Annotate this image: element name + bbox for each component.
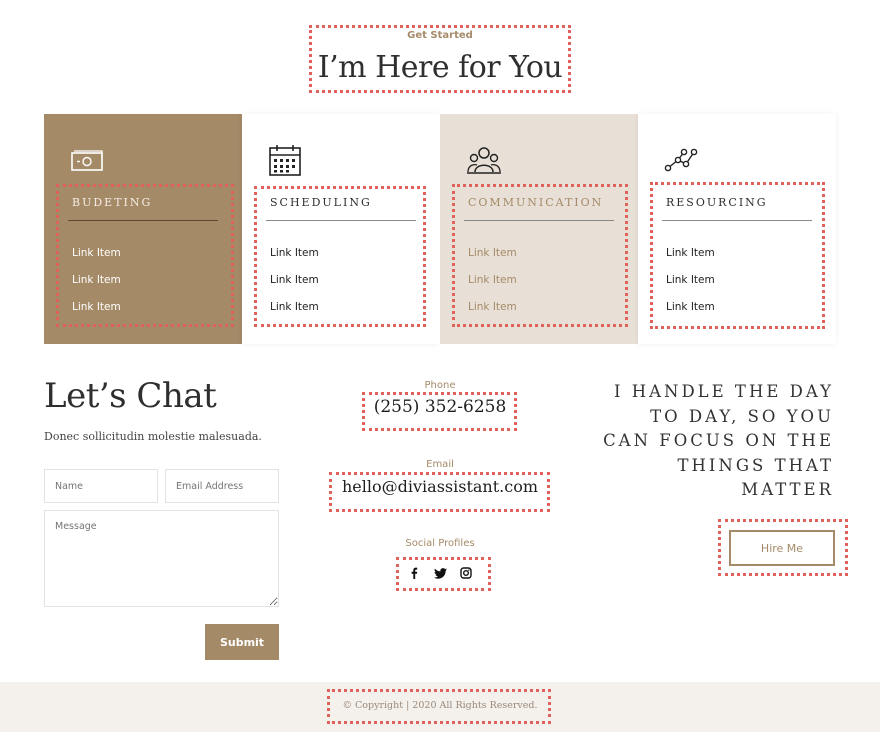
card-divider bbox=[464, 220, 614, 221]
card-budgeting: BUDETING Link Item Link Item Link Item bbox=[44, 114, 242, 344]
twitter-icon[interactable] bbox=[432, 565, 448, 581]
group-icon bbox=[467, 147, 501, 174]
chat-title: Let’s Chat bbox=[44, 376, 217, 416]
hero-eyebrow: Get Started bbox=[407, 30, 473, 41]
social-label: Social Profiles bbox=[405, 538, 475, 549]
email-field[interactable] bbox=[165, 469, 279, 503]
card-scheduling: SCHEDULING Link Item Link Item Link Item bbox=[242, 114, 440, 344]
card-link[interactable]: Link Item bbox=[270, 247, 319, 259]
card-link[interactable]: Link Item bbox=[666, 301, 715, 313]
card-link[interactable]: Link Item bbox=[666, 247, 715, 259]
card-link[interactable]: Link Item bbox=[468, 274, 517, 286]
tagline-quote: I HANDLE THE DAY TO DAY, SO YOU CAN FOCU… bbox=[603, 382, 834, 500]
card-title: SCHEDULING bbox=[270, 196, 372, 209]
card-link[interactable]: Link Item bbox=[270, 301, 319, 313]
card-link[interactable]: Link Item bbox=[468, 247, 517, 259]
phone-label: Phone bbox=[424, 380, 456, 391]
instagram-icon[interactable] bbox=[458, 565, 474, 581]
card-divider bbox=[266, 220, 416, 221]
submit-button[interactable]: Submit bbox=[205, 624, 279, 660]
card-link[interactable]: Link Item bbox=[72, 301, 121, 313]
page-title: I’m Here for You bbox=[317, 50, 563, 85]
card-link[interactable]: Link Item bbox=[270, 274, 319, 286]
email-address[interactable]: hello@diviassistant.com bbox=[332, 477, 548, 496]
phone-number[interactable]: (255) 352-6258 bbox=[364, 397, 516, 417]
hire-me-button[interactable]: Hire Me bbox=[729, 530, 835, 566]
calendar-icon bbox=[269, 145, 301, 176]
card-divider bbox=[68, 220, 218, 221]
card-title: COMMUNICATION bbox=[468, 196, 604, 209]
message-field[interactable] bbox=[44, 510, 279, 607]
card-link[interactable]: Link Item bbox=[666, 274, 715, 286]
card-divider bbox=[662, 220, 812, 221]
card-communication: COMMUNICATION Link Item Link Item Link I… bbox=[440, 114, 638, 344]
email-label: Email bbox=[426, 459, 454, 470]
copyright-text: © Copyright | 2020 All Rights Reserved. bbox=[342, 700, 538, 711]
network-icon bbox=[664, 148, 698, 172]
card-link[interactable]: Link Item bbox=[468, 301, 517, 313]
card-title: RESOURCING bbox=[666, 196, 768, 209]
name-field[interactable] bbox=[44, 469, 158, 503]
card-link[interactable]: Link Item bbox=[72, 274, 121, 286]
chat-subtitle: Donec sollicitudin molestie malesuada. bbox=[44, 430, 262, 443]
card-resourcing: RESOURCING Link Item Link Item Link Item bbox=[638, 114, 836, 344]
money-icon bbox=[71, 150, 103, 171]
card-title: BUDETING bbox=[72, 196, 153, 209]
facebook-icon[interactable] bbox=[406, 565, 422, 581]
card-link[interactable]: Link Item bbox=[72, 247, 121, 259]
